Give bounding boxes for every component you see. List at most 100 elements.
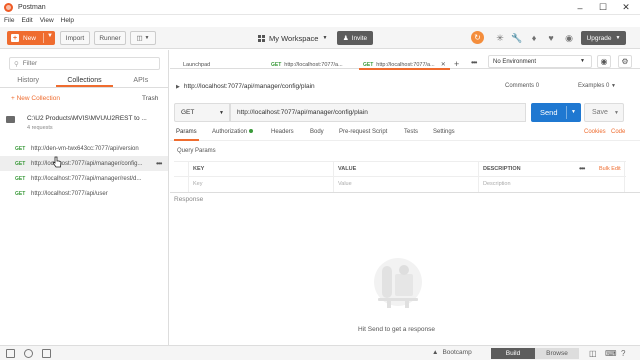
send-label: Send bbox=[540, 108, 558, 117]
minimize-button[interactable]: – bbox=[568, 0, 592, 15]
environment-selector[interactable]: No Environment ▼ bbox=[488, 55, 592, 68]
cookies-link[interactable]: Cookies bbox=[584, 129, 606, 135]
request-item[interactable]: GET http://localhost:7077/api/user bbox=[0, 186, 168, 201]
status-dot-icon bbox=[249, 129, 254, 134]
sync-icon[interactable]: ↻ bbox=[471, 31, 484, 44]
hand-cursor-icon bbox=[52, 156, 62, 168]
chevron-down-icon[interactable]: ▼ bbox=[614, 110, 619, 116]
method-select[interactable]: GET ▼ bbox=[174, 103, 230, 122]
folder-icon bbox=[6, 116, 15, 123]
table-options-icon[interactable]: ••• bbox=[579, 164, 585, 173]
more-options-icon[interactable]: ••• bbox=[156, 159, 162, 168]
new-button[interactable]: + New ▼ bbox=[7, 31, 55, 45]
tab-apis[interactable]: APIs bbox=[113, 74, 169, 87]
add-tab-icon[interactable]: + bbox=[454, 59, 459, 69]
bootcamp-button[interactable]: ▲ Bootcamp bbox=[432, 349, 472, 356]
wrench-icon[interactable]: 🔧 bbox=[511, 32, 523, 44]
help-icon[interactable]: ? bbox=[621, 349, 625, 358]
invite-label: Invite bbox=[351, 34, 368, 42]
add-user-icon: ♟ bbox=[342, 35, 349, 42]
tab-body[interactable]: Body bbox=[310, 129, 324, 135]
invite-button[interactable]: ♟ Invite bbox=[337, 31, 373, 45]
workspace-selector[interactable]: My Workspace ▼ bbox=[258, 33, 327, 43]
request-subtabs: Params Authorization Headers Body Pre-re… bbox=[170, 129, 640, 141]
tab-headers[interactable]: Headers bbox=[271, 129, 294, 135]
send-separator bbox=[566, 106, 567, 119]
tab-collections[interactable]: Collections bbox=[56, 74, 113, 87]
request-url: http://localhost:7077/api/manager/rest/d… bbox=[31, 175, 142, 182]
menu-bar: File Edit View Help bbox=[0, 15, 640, 26]
import-button[interactable]: Import bbox=[60, 31, 90, 45]
code-link[interactable]: Code bbox=[611, 129, 625, 135]
status-bar: ▲ Bootcamp Build Browse ◫ ⌨ ? bbox=[0, 345, 640, 360]
tab-settings[interactable]: Settings bbox=[433, 129, 455, 135]
bell-icon[interactable]: ♦ bbox=[528, 32, 540, 44]
eye-icon[interactable]: ◉ bbox=[597, 55, 611, 68]
examples-button[interactable]: Examples 0 ▼ bbox=[578, 83, 616, 89]
tab-authorization-label: Authorization bbox=[212, 129, 248, 135]
browse-toggle[interactable]: Browse bbox=[535, 348, 579, 359]
method-badge: GET bbox=[15, 145, 26, 152]
request-item[interactable]: GET http://den-vm-twx643cc:7077/api/vers… bbox=[0, 141, 168, 156]
tab-method: GET bbox=[363, 61, 374, 68]
tab-tests[interactable]: Tests bbox=[404, 129, 418, 135]
title-bar: Postman – ☐ ✕ bbox=[0, 0, 640, 15]
filter-input[interactable] bbox=[22, 60, 143, 67]
request-item[interactable]: GET http://localhost:7077/api/manager/re… bbox=[0, 171, 168, 186]
chevron-down-icon[interactable]: ▼ bbox=[47, 33, 53, 39]
collection-item[interactable]: C:\U2 Products\MVIS\MVU\U2REST to ... 4 … bbox=[0, 110, 168, 138]
console-icon[interactable] bbox=[42, 349, 51, 358]
menu-view[interactable]: View bbox=[40, 17, 54, 24]
find-icon[interactable] bbox=[24, 349, 33, 358]
theme-icon[interactable]: ◉ bbox=[563, 32, 575, 44]
send-hint: Hit Send to get a response bbox=[358, 326, 435, 333]
tab-history[interactable]: History bbox=[0, 74, 56, 87]
save-button[interactable]: Save ▼ bbox=[584, 103, 624, 122]
trash-button[interactable]: Trash bbox=[142, 95, 158, 102]
method-label: GET bbox=[181, 109, 195, 116]
keyboard-icon[interactable]: ⌨ bbox=[605, 349, 617, 358]
url-input[interactable]: http://localhost:7077/api/manager/config… bbox=[230, 103, 526, 122]
new-collection-button[interactable]: + New Collection bbox=[11, 95, 60, 102]
gear-icon[interactable]: ⚙ bbox=[618, 55, 632, 68]
request-tab[interactable]: GET http://localhost:7077/a... bbox=[271, 60, 343, 69]
new-button-separator bbox=[43, 33, 44, 43]
filter-field[interactable]: ⚲ bbox=[9, 57, 160, 70]
send-button[interactable]: Send ▼ bbox=[531, 103, 581, 122]
toolbar: + New ▼ Import Runner ◫ ▼ My Workspace ▼… bbox=[0, 27, 640, 49]
menu-help[interactable]: Help bbox=[61, 17, 74, 24]
menu-file[interactable]: File bbox=[4, 17, 14, 24]
runner-button[interactable]: Runner bbox=[94, 31, 126, 45]
satellite-icon[interactable]: ✳ bbox=[494, 32, 506, 44]
menu-edit[interactable]: Edit bbox=[21, 17, 32, 24]
chevron-down-icon: ▼ bbox=[580, 58, 585, 64]
maximize-button[interactable]: ☐ bbox=[591, 0, 615, 15]
request-tab-active[interactable]: GET http://localhost:7077/a... ✕ bbox=[359, 60, 450, 70]
save-label: Save bbox=[592, 109, 608, 116]
build-toggle[interactable]: Build bbox=[491, 348, 535, 359]
new-window-button[interactable]: ◫ ▼ bbox=[130, 31, 156, 45]
close-button[interactable]: ✕ bbox=[614, 0, 638, 15]
sidebar-toggle-icon[interactable] bbox=[6, 349, 15, 358]
upgrade-button[interactable]: Upgrade ▼ bbox=[581, 31, 626, 45]
tab-params[interactable]: Params bbox=[174, 129, 199, 141]
close-tab-icon[interactable]: ✕ bbox=[441, 61, 446, 68]
tab-options-icon[interactable]: ••• bbox=[471, 58, 477, 67]
comments-count: 0 bbox=[535, 83, 540, 89]
request-item[interactable]: GET http://localhost:7077/api/manager/co… bbox=[0, 156, 168, 171]
tab-launchpad[interactable]: Launchpad bbox=[183, 60, 210, 69]
request-url: http://localhost:7077/api/user bbox=[31, 190, 108, 197]
tab-authorization[interactable]: Authorization bbox=[212, 129, 254, 135]
caret-right-icon[interactable]: ▶ bbox=[176, 84, 180, 90]
column-description: DESCRIPTION bbox=[483, 166, 521, 172]
description-input[interactable]: Description bbox=[483, 181, 511, 187]
tab-pre-request-script[interactable]: Pre-request Script bbox=[339, 129, 387, 135]
value-input[interactable]: Value bbox=[338, 181, 352, 187]
comments-button[interactable]: Comments 0 bbox=[505, 83, 539, 89]
chevron-down-icon[interactable]: ▼ bbox=[571, 109, 576, 115]
key-input[interactable]: Key bbox=[193, 181, 202, 187]
bulk-edit-link[interactable]: Bulk Edit bbox=[599, 166, 621, 172]
request-name[interactable]: ▶ http://localhost:7077/api/manager/conf… bbox=[176, 83, 315, 90]
heart-icon[interactable]: ♥ bbox=[545, 32, 557, 44]
layout-icon[interactable]: ◫ bbox=[589, 349, 597, 358]
